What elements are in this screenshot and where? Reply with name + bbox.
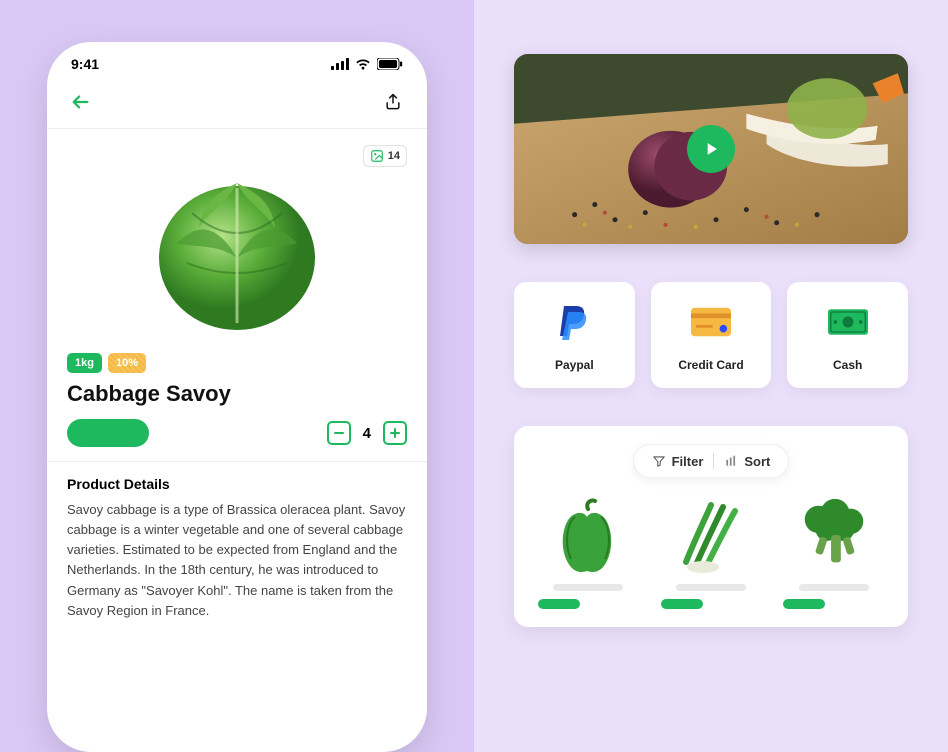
product-details: Product Details Savoy cabbage is a type … [47,462,427,635]
skeleton-price [661,599,703,609]
skeleton-price [538,599,580,609]
product-title: Cabbage Savoy [47,381,427,419]
product-details-heading: Product Details [67,476,407,492]
skeleton-line [676,584,746,591]
share-button[interactable] [379,88,407,116]
list-item[interactable] [777,496,890,609]
battery-icon [377,58,403,70]
product-details-body: Savoy cabbage is a type of Brassica oler… [67,500,407,621]
filter-label: Filter [672,454,704,469]
products-card: Filter Sort [514,426,908,627]
payment-label: Paypal [555,358,594,372]
paypal-icon [554,302,594,342]
credit-card-icon [691,302,731,342]
skeleton-price [783,599,825,609]
product-thumb-greens [671,496,751,576]
filter-icon [652,454,666,468]
quantity-stepper: 4 [327,421,407,445]
status-bar: 9:41 [47,42,427,80]
image-icon [370,149,384,163]
skeleton-line [799,584,869,591]
header [47,80,427,129]
back-button[interactable] [67,88,95,116]
status-icons [331,58,403,70]
wifi-icon [355,58,371,70]
payment-paypal[interactable]: Paypal [514,282,635,388]
sort-button[interactable]: Sort [724,454,770,469]
arrow-left-icon [70,91,92,113]
play-icon [701,139,721,159]
status-time: 9:41 [71,56,99,72]
image-count: 14 [388,150,400,162]
badges: 1kg 10% [47,353,427,381]
minus-icon [333,427,345,439]
right-panel: Paypal Credit Card Cash Filter Sort [474,0,948,752]
skeleton-line [553,584,623,591]
play-button[interactable] [687,125,735,173]
discount-badge: 10% [108,353,146,373]
list-item[interactable] [655,496,768,609]
weight-badge: 1kg [67,353,102,373]
divider [713,453,714,469]
share-icon [383,92,403,112]
cash-icon [828,302,868,342]
sort-label: Sort [744,454,770,469]
quantity-decrease-button[interactable] [327,421,351,445]
product-thumb-pepper [548,496,628,576]
signal-icon [331,58,349,70]
quantity-increase-button[interactable] [383,421,407,445]
products-row [532,496,890,609]
payment-cash[interactable]: Cash [787,282,908,388]
plus-icon [389,427,401,439]
price-row: 4 [47,419,427,462]
list-item[interactable] [532,496,645,609]
payment-credit-card[interactable]: Credit Card [651,282,772,388]
video-card[interactable] [514,54,908,244]
sort-icon [724,454,738,468]
left-panel: 9:41 14 [0,0,474,752]
image-count-badge[interactable]: 14 [363,145,407,167]
phone-frame: 9:41 14 [47,42,427,752]
quantity-value: 4 [363,425,371,442]
filter-button[interactable]: Filter [652,454,704,469]
price-pill [67,419,149,447]
payment-methods: Paypal Credit Card Cash [514,282,908,388]
product-thumb-broccoli [794,496,874,576]
payment-label: Cash [833,358,862,372]
product-image-area: 14 [47,129,427,353]
payment-label: Credit Card [678,358,743,372]
filter-sort-pill: Filter Sort [633,444,790,478]
product-image[interactable] [137,143,337,343]
